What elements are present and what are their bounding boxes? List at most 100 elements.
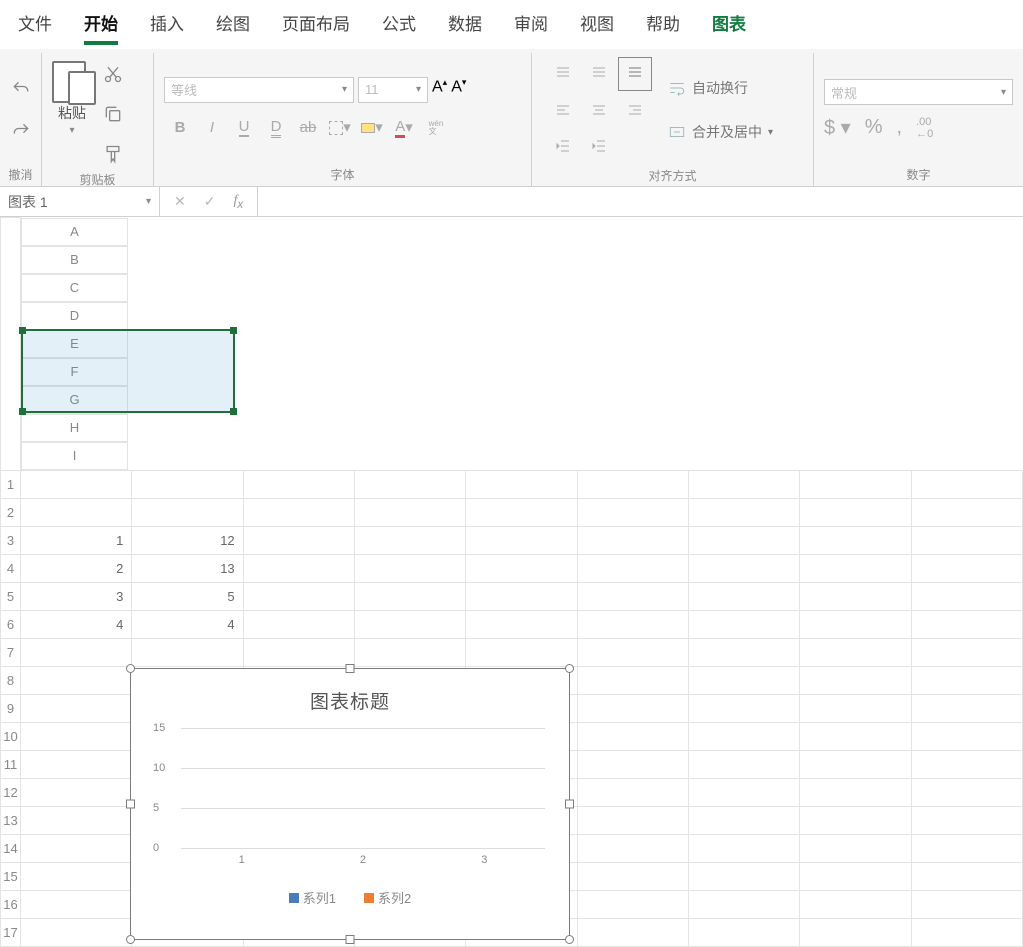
row-header[interactable]: 16 xyxy=(1,890,21,918)
cell[interactable] xyxy=(688,554,799,582)
cell[interactable] xyxy=(466,526,577,554)
chart-object[interactable]: 图表标题 051015 123 系列1系列2 xyxy=(130,668,570,940)
borders-button[interactable]: ▾ xyxy=(324,113,356,143)
column-header[interactable]: G xyxy=(21,386,128,414)
cell[interactable] xyxy=(911,750,1022,778)
align-right-button[interactable] xyxy=(618,93,652,127)
cell[interactable] xyxy=(688,750,799,778)
font-size-select[interactable]: 11 xyxy=(358,77,428,103)
chart-legend[interactable]: 系列1系列2 xyxy=(131,888,569,907)
cell[interactable] xyxy=(243,610,354,638)
cell[interactable] xyxy=(21,638,132,666)
cell[interactable]: 12 xyxy=(132,526,243,554)
cell[interactable] xyxy=(577,470,688,498)
increase-indent-button[interactable] xyxy=(582,129,616,163)
cell[interactable] xyxy=(800,918,911,946)
font-name-select[interactable]: 等线 xyxy=(164,77,354,103)
cell[interactable] xyxy=(577,582,688,610)
fx-icon[interactable]: fx xyxy=(233,193,243,211)
tab-view[interactable]: 视图 xyxy=(580,10,614,35)
row-header[interactable]: 5 xyxy=(1,582,21,610)
align-top-center-button[interactable] xyxy=(582,57,616,91)
cell[interactable] xyxy=(688,666,799,694)
cell[interactable] xyxy=(466,554,577,582)
row-header[interactable]: 6 xyxy=(1,610,21,638)
format-painter-button[interactable] xyxy=(98,139,128,169)
cell[interactable] xyxy=(577,750,688,778)
resize-handle[interactable] xyxy=(565,800,574,809)
tab-review[interactable]: 审阅 xyxy=(514,10,548,35)
column-header[interactable]: B xyxy=(21,246,128,274)
cell[interactable] xyxy=(800,610,911,638)
cell[interactable] xyxy=(577,666,688,694)
cell[interactable]: 3 xyxy=(21,582,132,610)
row-header[interactable]: 8 xyxy=(1,666,21,694)
currency-button[interactable]: $ ▾ xyxy=(824,115,851,140)
cell[interactable] xyxy=(21,470,132,498)
chart-plot-area[interactable]: 051015 xyxy=(181,728,545,848)
cell[interactable] xyxy=(800,834,911,862)
align-top-left-button[interactable] xyxy=(546,57,580,91)
cell[interactable] xyxy=(243,554,354,582)
copy-button[interactable] xyxy=(98,99,128,129)
cell[interactable] xyxy=(688,498,799,526)
cell[interactable]: 4 xyxy=(21,610,132,638)
cell[interactable] xyxy=(577,862,688,890)
column-header[interactable]: I xyxy=(21,442,128,470)
cell[interactable]: 13 xyxy=(132,554,243,582)
paste-button[interactable]: 粘贴 ▾ xyxy=(48,55,96,169)
row-header[interactable]: 2 xyxy=(1,498,21,526)
increase-font-button[interactable]: A▴ xyxy=(432,77,447,103)
tab-insert[interactable]: 插入 xyxy=(150,10,184,35)
cell[interactable] xyxy=(466,470,577,498)
cut-button[interactable] xyxy=(98,59,128,89)
row-header[interactable]: 10 xyxy=(1,722,21,750)
double-underline-button[interactable]: D xyxy=(260,113,292,143)
cell[interactable] xyxy=(21,498,132,526)
cell[interactable]: 1 xyxy=(21,526,132,554)
tab-home[interactable]: 开始 xyxy=(84,10,118,35)
cell[interactable] xyxy=(688,526,799,554)
redo-button[interactable] xyxy=(6,116,36,146)
cell[interactable] xyxy=(577,918,688,946)
row-header[interactable]: 14 xyxy=(1,834,21,862)
cell[interactable] xyxy=(132,498,243,526)
legend-item[interactable]: 系列1 xyxy=(289,888,336,907)
cell[interactable] xyxy=(800,890,911,918)
cell[interactable] xyxy=(688,918,799,946)
resize-handle[interactable] xyxy=(126,935,135,944)
tab-formulas[interactable]: 公式 xyxy=(382,10,416,35)
cell[interactable] xyxy=(911,778,1022,806)
align-center-button[interactable] xyxy=(582,93,616,127)
cell[interactable]: 5 xyxy=(132,582,243,610)
cell[interactable] xyxy=(911,582,1022,610)
align-left-button[interactable] xyxy=(546,93,580,127)
align-top-right-button[interactable] xyxy=(618,57,652,91)
cell[interactable] xyxy=(688,722,799,750)
column-header[interactable]: H xyxy=(21,414,128,442)
cell[interactable] xyxy=(688,890,799,918)
cell[interactable] xyxy=(911,862,1022,890)
cell[interactable] xyxy=(800,722,911,750)
cell[interactable] xyxy=(21,694,132,722)
increase-decimal-button[interactable]: .00←0 xyxy=(916,116,933,140)
cell[interactable]: 2 xyxy=(21,554,132,582)
resize-handle[interactable] xyxy=(565,664,574,673)
tab-data[interactable]: 数据 xyxy=(448,10,482,35)
cell[interactable] xyxy=(21,918,132,946)
cell[interactable] xyxy=(688,778,799,806)
cell[interactable] xyxy=(800,582,911,610)
row-header[interactable]: 7 xyxy=(1,638,21,666)
cell[interactable] xyxy=(688,862,799,890)
resize-handle[interactable] xyxy=(565,935,574,944)
cell[interactable] xyxy=(466,638,577,666)
cell[interactable] xyxy=(800,694,911,722)
cell[interactable] xyxy=(354,526,465,554)
cell[interactable] xyxy=(911,470,1022,498)
cell[interactable] xyxy=(132,470,243,498)
strikethrough-button[interactable]: ab xyxy=(292,113,324,143)
row-header[interactable]: 17 xyxy=(1,918,21,946)
cell[interactable] xyxy=(354,638,465,666)
chart-title[interactable]: 图表标题 xyxy=(131,687,569,714)
cell[interactable] xyxy=(800,862,911,890)
